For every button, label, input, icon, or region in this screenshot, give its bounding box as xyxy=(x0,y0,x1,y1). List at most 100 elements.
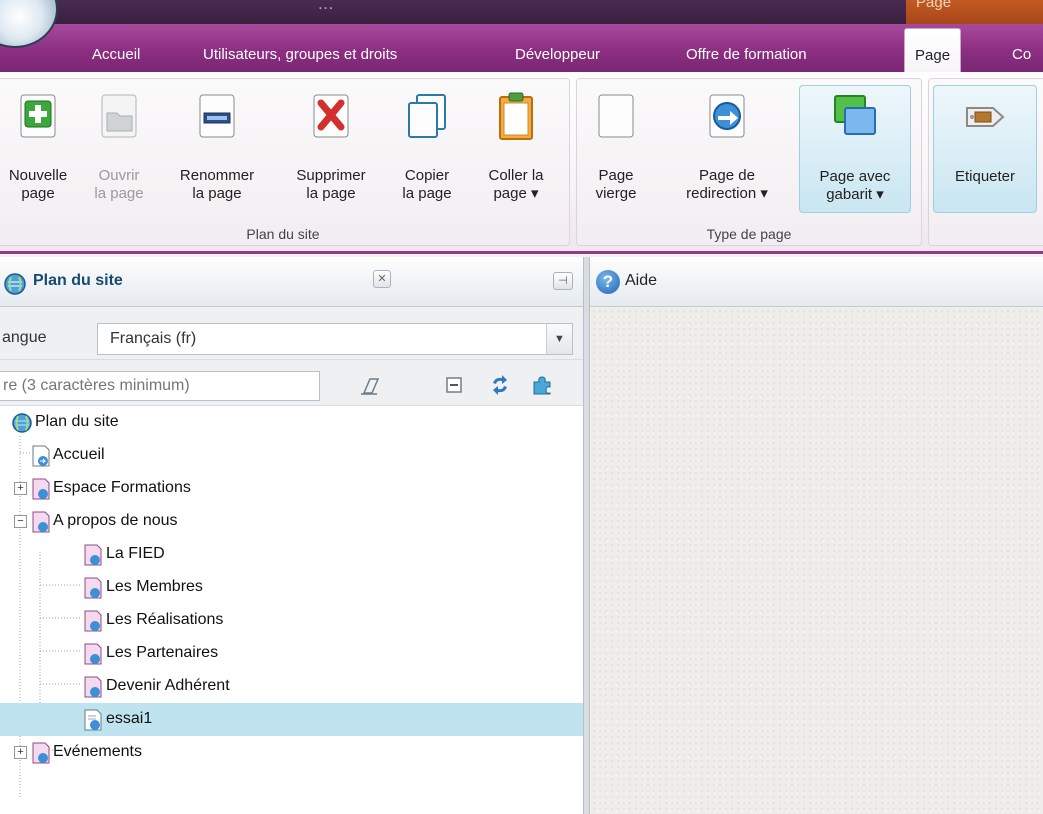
group-page-type-label: Type de page xyxy=(706,226,792,242)
rename-page-icon xyxy=(199,94,235,138)
open-page-label-2: la page xyxy=(94,185,144,202)
tree-item[interactable]: Les Membres xyxy=(0,571,583,604)
tree-item[interactable]: La FIED xyxy=(0,538,583,571)
panel-splitter[interactable] xyxy=(583,257,590,814)
tree-item[interactable]: Devenir Adhérent xyxy=(0,670,583,703)
tree-item-label: essai1 xyxy=(106,710,153,727)
group-site-plan-label: Plan du site xyxy=(246,226,320,242)
page-icon xyxy=(32,511,50,533)
tag-button[interactable]: Etiqueter xyxy=(933,85,1037,213)
new-page-button[interactable]: Nouvelle page xyxy=(0,85,79,213)
redirect-page-icon xyxy=(709,94,745,138)
tree-item-label: Devenir Adhérent xyxy=(106,677,230,694)
template-page-label-2: gabarit ▾ xyxy=(826,186,884,203)
page-icon xyxy=(84,676,102,698)
refresh-icon[interactable] xyxy=(488,373,512,397)
copy-page-button[interactable]: Copier la page xyxy=(387,85,467,213)
tree-item-label: Les Réalisations xyxy=(106,611,224,628)
open-page-button[interactable]: Ouvrir la page xyxy=(79,85,159,213)
tree-root[interactable]: Plan du site xyxy=(0,406,583,439)
redirect-page-label-2: redirection ▾ xyxy=(686,185,768,202)
page-icon xyxy=(32,445,50,467)
tree-expander[interactable]: + xyxy=(14,746,27,759)
tree-item[interactable]: − A propos de nous xyxy=(0,505,583,538)
delete-page-button[interactable]: Supprimer la page xyxy=(283,85,379,213)
new-page-label-1: Nouvelle xyxy=(8,167,68,184)
pin-icon[interactable]: ⊣ xyxy=(553,272,573,290)
tag-label: Etiqueter xyxy=(954,168,1016,185)
filter-field[interactable] xyxy=(0,371,320,401)
tree-item-label: Accueil xyxy=(53,446,105,463)
delete-page-label-1: Supprimer xyxy=(296,167,366,184)
tree-item-selected[interactable]: essai1 xyxy=(0,703,583,736)
redirect-page-button[interactable]: Page de redirection ▾ xyxy=(661,85,793,213)
tab-developpeur[interactable]: Développeur xyxy=(515,46,600,63)
tree-item[interactable]: Les Partenaires xyxy=(0,637,583,670)
group-site-plan: Nouvelle page Ouvrir la page Renommer la pa… xyxy=(0,78,570,246)
tree-item[interactable]: Accueil xyxy=(0,439,583,472)
page-icon xyxy=(32,478,50,500)
language-label: angue xyxy=(2,329,47,346)
sitemap-globe-icon xyxy=(4,273,26,295)
dropdown-arrow-icon[interactable]: ▼ xyxy=(546,324,572,354)
template-page-icon xyxy=(834,95,876,135)
template-page-label-1: Page avec xyxy=(819,168,891,185)
sitemap-panel-header: Plan du site ✕ ⊣ xyxy=(0,257,580,307)
delete-page-icon xyxy=(313,94,349,138)
paste-page-button[interactable]: Coller la page ▾ xyxy=(471,85,561,213)
tree-item-label: Les Membres xyxy=(106,578,203,595)
context-tab-group-label: Page xyxy=(916,0,952,11)
group-page-type: Page vierge Page de redirection ▾ Page ave… xyxy=(576,78,922,246)
tab-page[interactable]: Page xyxy=(904,28,962,76)
tree-expander[interactable]: + xyxy=(14,482,27,495)
ribbon: Nouvelle page Ouvrir la page Renommer la pa… xyxy=(0,72,1043,254)
help-content-area xyxy=(591,308,1043,814)
tree-item[interactable]: + Evénements xyxy=(0,736,583,769)
collapse-all-icon[interactable] xyxy=(442,373,466,397)
window-title: ... xyxy=(318,0,334,13)
rename-page-button[interactable]: Renommer la page xyxy=(167,85,267,213)
rename-page-label-1: Renommer xyxy=(179,167,255,184)
blank-page-label-1: Page xyxy=(598,167,634,184)
tree-item-label: La FIED xyxy=(106,545,165,562)
new-page-label-2: page xyxy=(21,185,55,202)
tree-item-label: Espace Formations xyxy=(53,479,191,496)
group-tag: Etiqueter xyxy=(928,78,1043,246)
tab-offre-de-formation[interactable]: Offre de formation xyxy=(686,46,807,63)
plugin-icon[interactable] xyxy=(530,373,554,397)
tree-item[interactable]: + Espace Formations xyxy=(0,472,583,505)
page-icon xyxy=(84,544,102,566)
paste-page-icon xyxy=(499,92,533,140)
page-icon xyxy=(84,610,102,632)
tab-utilisateurs[interactable]: Utilisateurs, groupes et droits xyxy=(203,46,397,63)
language-select[interactable]: Français (fr) ▼ xyxy=(97,323,573,355)
tree-item-label: A propos de nous xyxy=(53,512,178,529)
copy-page-label-2: la page xyxy=(402,185,452,202)
tree-item-label: Evénements xyxy=(53,743,142,760)
template-page-button[interactable]: Page avec gabarit ▾ xyxy=(799,85,911,213)
page-icon xyxy=(32,742,50,764)
blank-page-label-2: vierge xyxy=(595,185,637,202)
page-icon xyxy=(84,577,102,599)
close-icon[interactable]: ✕ xyxy=(373,270,391,288)
tab-accueil[interactable]: Accueil xyxy=(92,46,140,63)
tree-item-label: Les Partenaires xyxy=(106,644,219,661)
open-page-label-1: Ouvrir xyxy=(98,167,140,184)
blank-page-icon xyxy=(598,94,634,138)
copy-page-icon xyxy=(408,94,446,138)
language-row: angue Français (fr) ▼ xyxy=(0,308,583,360)
tree-item[interactable]: Les Réalisations xyxy=(0,604,583,637)
title-bar: ... Page xyxy=(0,0,1043,24)
page-icon xyxy=(84,709,102,731)
eraser-icon[interactable] xyxy=(358,373,382,397)
delete-page-label-2: la page xyxy=(306,185,356,202)
page-icon xyxy=(84,643,102,665)
sitemap-panel-title: Plan du site xyxy=(33,272,123,289)
paste-page-label-2: page ▾ xyxy=(493,185,539,202)
rename-page-label-2: la page xyxy=(192,185,242,202)
tab-more[interactable]: Co xyxy=(1012,46,1031,63)
blank-page-button[interactable]: Page vierge xyxy=(581,85,651,213)
filter-input[interactable] xyxy=(0,372,319,400)
sitemap-panel: angue Français (fr) ▼ re (3 caractères m… xyxy=(0,308,583,814)
tree-expander[interactable]: − xyxy=(14,515,27,528)
